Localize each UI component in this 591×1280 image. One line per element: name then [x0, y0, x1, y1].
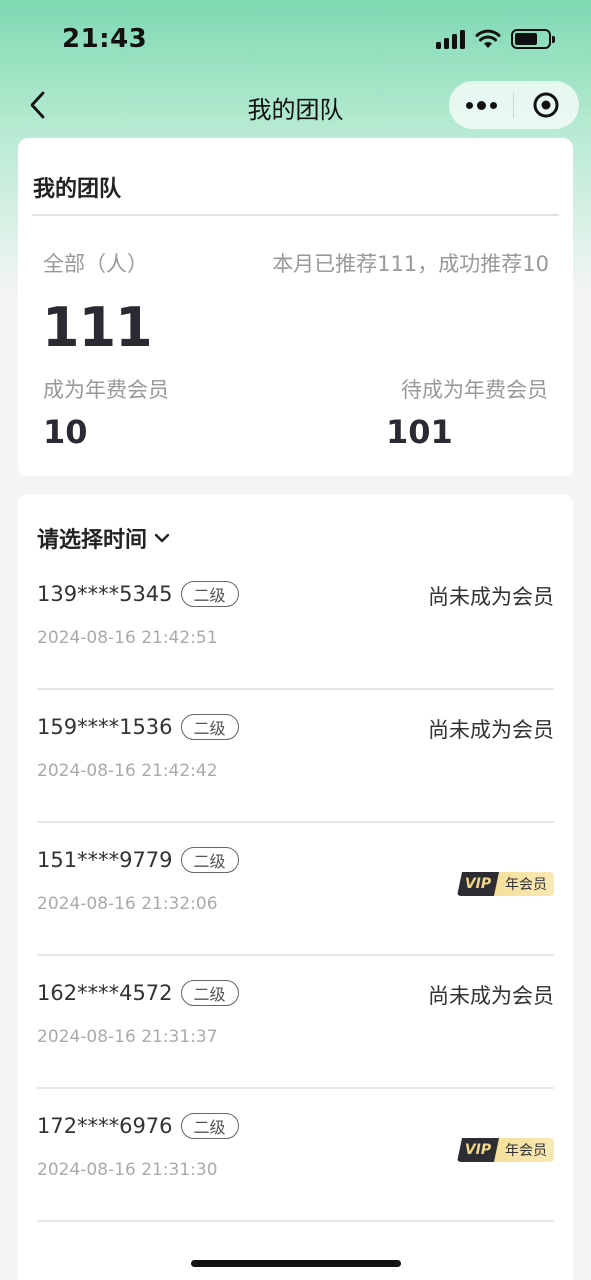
annual-member-label: 年会员 — [494, 872, 554, 896]
level-badge: 二级 — [180, 714, 239, 740]
membership-status: 尚未成为会员 — [428, 984, 554, 1008]
level-badge: 二级 — [180, 1113, 239, 1139]
phone-line: 159****1536 二级 — [37, 714, 239, 740]
team-member-row[interactable]: 159****1536 二级 2024-08-16 21:42:42 尚未成为会… — [37, 690, 554, 823]
vip-badge-label: VIP — [457, 1138, 499, 1162]
join-date: 2024-08-16 21:31:37 — [37, 1027, 218, 1047]
total-count: 111 — [42, 296, 153, 359]
miniprogram-capsule — [449, 81, 579, 129]
home-indicator[interactable] — [191, 1260, 401, 1267]
vip-badge-label: VIP — [457, 872, 499, 896]
level-badge: 二级 — [180, 980, 239, 1006]
pending-member-count: 101 — [386, 413, 453, 451]
phone-line: 139****5345 二级 — [37, 581, 239, 607]
pending-member-label: 待成为年费会员 — [401, 378, 548, 402]
close-button[interactable] — [514, 81, 578, 129]
level-badge: 二级 — [180, 847, 239, 873]
time-filter[interactable]: 请选择时间 — [37, 522, 171, 554]
phone-line: 151****9779 二级 — [37, 847, 239, 873]
member-phone: 151****9779 — [37, 848, 173, 872]
team-summary-card: 我的团队 全部（人） 本月已推荐111，成功推荐10 111 成为年费会员 待成… — [18, 138, 573, 476]
all-people-label: 全部（人） — [43, 252, 148, 276]
nav-bar: 我的团队 — [0, 80, 591, 130]
level-badge: 二级 — [180, 581, 239, 607]
more-dots-icon — [465, 101, 473, 109]
phone-line: 172****6976 二级 — [37, 1113, 239, 1139]
member-label: 成为年费会员 — [43, 378, 169, 402]
team-member-row[interactable]: 151****9779 二级 2024-08-16 21:32:06 VIP 年… — [37, 823, 554, 956]
member-phone: 162****4572 — [37, 981, 173, 1005]
membership-status: 尚未成为会员 — [428, 585, 554, 609]
join-date: 2024-08-16 21:32:06 — [37, 894, 218, 914]
monthly-referral-text: 本月已推荐111，成功推荐10 — [272, 252, 549, 276]
member-count: 10 — [43, 413, 88, 451]
chevron-down-icon — [154, 533, 170, 543]
membership-status: 尚未成为会员 — [428, 718, 554, 742]
join-date: 2024-08-16 21:42:42 — [37, 761, 218, 781]
team-member-row[interactable]: 162****4572 二级 2024-08-16 21:31:37 尚未成为会… — [37, 956, 554, 1089]
card-title: 我的团队 — [33, 177, 122, 202]
team-member-row[interactable]: 139****5345 二级 2024-08-16 21:42:51 尚未成为会… — [37, 557, 554, 690]
join-date: 2024-08-16 21:42:51 — [37, 628, 218, 648]
member-phone: 172****6976 — [37, 1114, 173, 1138]
wifi-icon — [475, 29, 501, 48]
team-member-row[interactable]: 172****6976 二级 2024-08-16 21:31:30 VIP 年… — [37, 1089, 554, 1222]
more-button[interactable] — [449, 81, 513, 129]
time-filter-label: 请选择时间 — [37, 528, 148, 553]
member-phone: 139****5345 — [37, 582, 173, 606]
target-icon — [533, 92, 559, 118]
phone-line: 162****4572 二级 — [37, 980, 239, 1006]
status-icons — [436, 28, 555, 50]
member-phone: 159****1536 — [37, 715, 173, 739]
annual-member-label: 年会员 — [494, 1138, 554, 1162]
status-bar: 21:43 — [0, 0, 591, 80]
team-list-card: 请选择时间 139****5345 二级 2024-08-16 21:42:51… — [18, 494, 573, 1280]
join-date: 2024-08-16 21:31:30 — [37, 1160, 218, 1180]
vip-member-badge: VIP 年会员 — [457, 1138, 554, 1162]
signal-icon — [436, 29, 465, 49]
battery-icon — [511, 29, 555, 49]
status-time: 21:43 — [62, 24, 148, 54]
vip-member-badge: VIP 年会员 — [457, 872, 554, 896]
divider — [32, 214, 559, 216]
